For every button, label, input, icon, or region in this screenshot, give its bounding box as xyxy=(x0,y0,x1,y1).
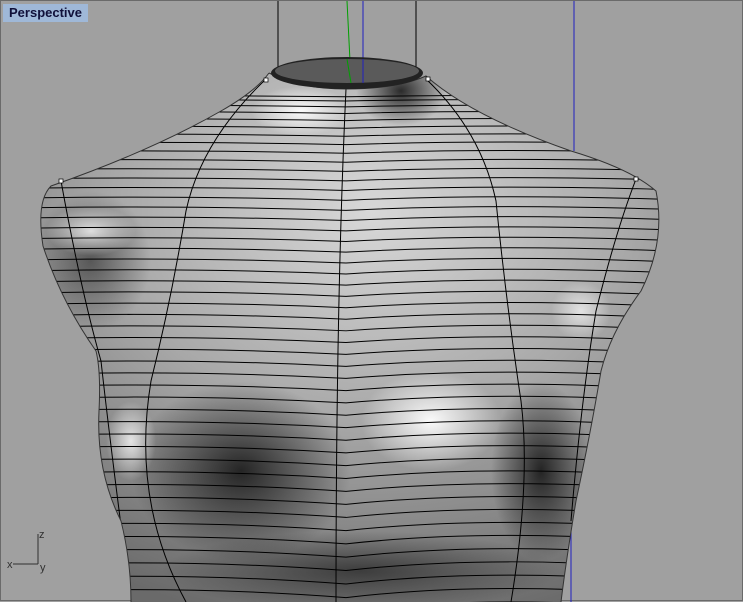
control-point[interactable] xyxy=(426,77,430,81)
perspective-viewport[interactable]: z x y Perspective xyxy=(0,0,743,601)
torso-surface[interactable] xyxy=(1,1,743,602)
axis-gizmo: z x y xyxy=(7,529,46,574)
control-point[interactable] xyxy=(634,177,638,181)
control-point[interactable] xyxy=(59,179,63,183)
viewport-title-tab[interactable]: Perspective xyxy=(3,4,88,22)
neck-opening-inner xyxy=(275,59,419,83)
axis-label-y: y xyxy=(40,562,46,574)
control-point[interactable] xyxy=(264,78,268,82)
model-canvas[interactable]: z x y xyxy=(1,1,743,602)
axis-label-x: x xyxy=(7,559,13,571)
axis-label-z: z xyxy=(39,529,45,541)
